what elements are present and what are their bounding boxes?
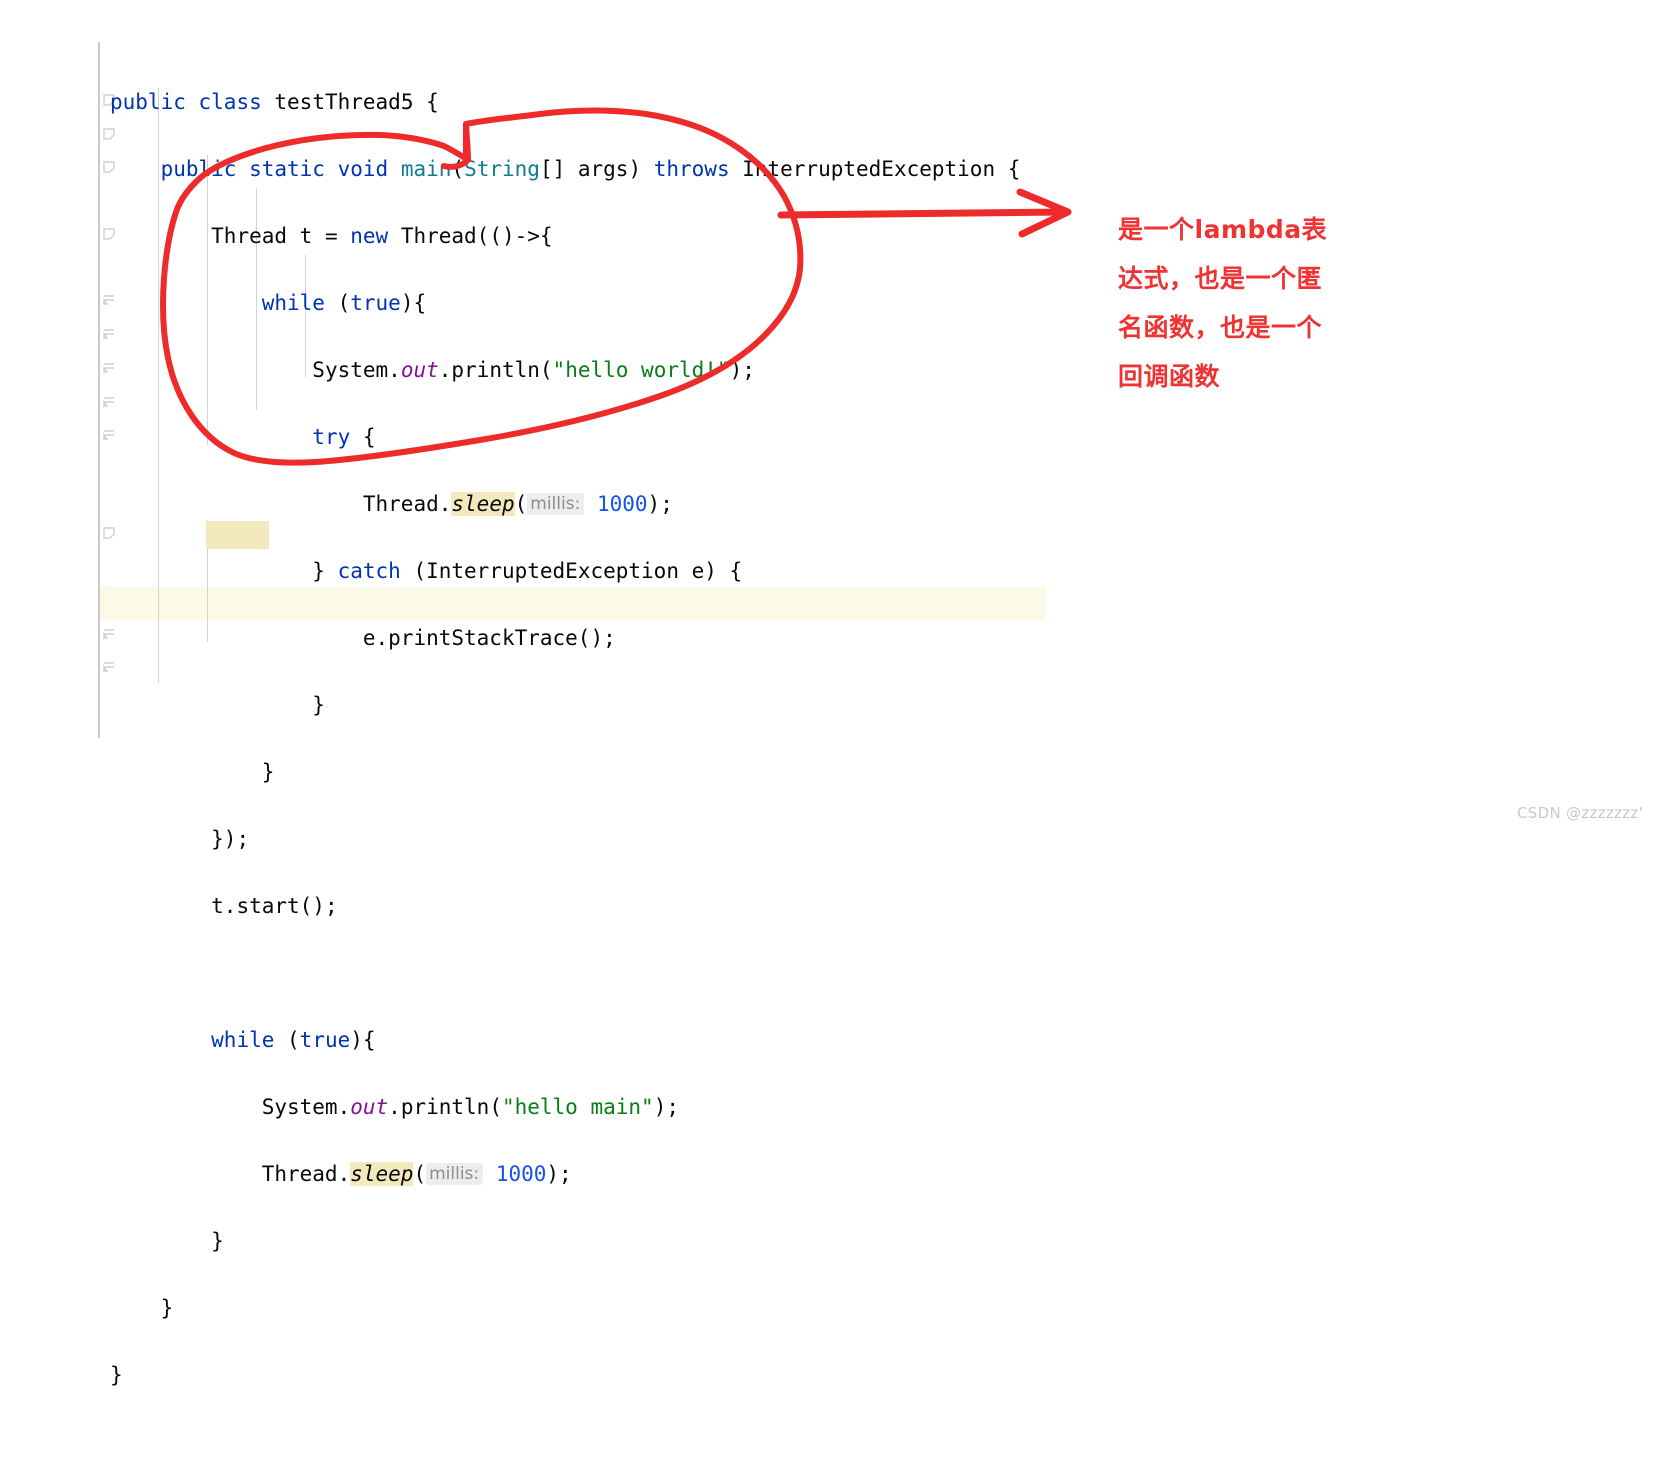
code-line[interactable] bbox=[110, 957, 1020, 991]
code-line[interactable]: e.printStackTrace(); bbox=[110, 622, 1020, 656]
code-line[interactable]: } bbox=[110, 1292, 1020, 1326]
code-line[interactable]: } bbox=[110, 1359, 1020, 1393]
annotation-note: 是一个lambda表 达式，也是一个匿 名函数，也是一个 回调函数 bbox=[1118, 205, 1378, 401]
code-line[interactable]: System.out.println("hello main"); bbox=[110, 1091, 1020, 1125]
code-line[interactable]: t.start(); bbox=[110, 890, 1020, 924]
code-line[interactable]: while (true){ bbox=[110, 1024, 1020, 1058]
code-line[interactable]: } bbox=[110, 1225, 1020, 1259]
arrow-head-annotation bbox=[1016, 188, 1072, 238]
code-line[interactable]: public static void main(String[] args) t… bbox=[110, 153, 1021, 187]
code-line[interactable]: try { bbox=[110, 421, 1020, 455]
code-line[interactable]: } bbox=[110, 756, 1020, 790]
code-line[interactable]: Thread t = new Thread(()->{ bbox=[110, 220, 1020, 254]
code-line[interactable]: public class testThread5 { bbox=[110, 86, 1020, 120]
parameter-hint: millis: bbox=[527, 492, 585, 515]
gutter-divider bbox=[98, 42, 100, 738]
code-line[interactable]: Thread.sleep(millis: 1000); bbox=[110, 1158, 1020, 1192]
code-editor[interactable]: public class testThread5 { public static… bbox=[0, 0, 1655, 1387]
code-line[interactable]: } bbox=[110, 689, 1020, 723]
parameter-hint: millis: bbox=[426, 1162, 484, 1185]
code-line[interactable]: Thread.sleep(millis: 1000); bbox=[110, 488, 1020, 522]
watermark: CSDN @zzzzzzz' bbox=[1517, 804, 1643, 822]
note-line: 达式，也是一个匿 bbox=[1118, 264, 1323, 293]
note-line: 名函数，也是一个 bbox=[1118, 313, 1323, 342]
code-line[interactable]: while (true){ bbox=[110, 287, 1020, 321]
note-line: 是一个lambda表 bbox=[1118, 215, 1328, 244]
code-line[interactable]: } catch (InterruptedException e) { bbox=[110, 555, 1020, 589]
code-line[interactable]: System.out.println("hello world!"); bbox=[110, 354, 1020, 388]
note-line: 回调函数 bbox=[1118, 362, 1221, 391]
source-code[interactable]: public class testThread5 { public static… bbox=[110, 52, 1020, 1459]
